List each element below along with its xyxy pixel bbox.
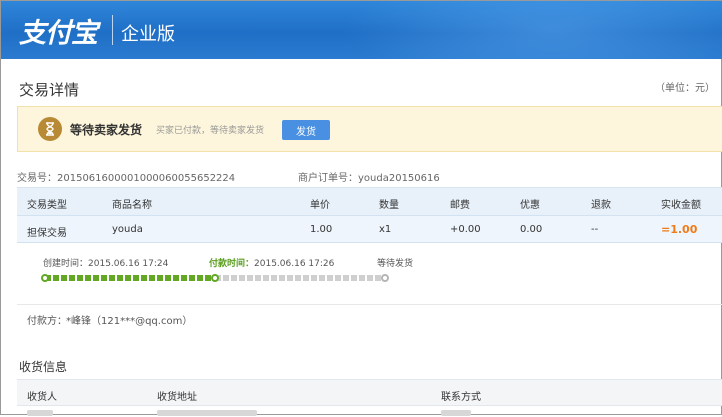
paid-value: 2015.06.16 17:26 — [254, 259, 335, 269]
edition-label: 企业版 — [121, 24, 175, 45]
created-time: 创建时间：2015.06.16 17:24 — [43, 256, 168, 269]
cell-amount: =1.00 — [661, 223, 698, 236]
cell-type: 担保交易 — [27, 228, 67, 239]
cell-shipping: +0.00 — [450, 224, 481, 235]
created-value: 2015.06.16 17:24 — [88, 259, 169, 269]
ship-button[interactable]: 发货 — [282, 120, 330, 140]
col-price: 单价 — [310, 200, 330, 211]
trade-no-value: 2015061600001000060055652224 — [57, 173, 236, 184]
progress-done-segment — [45, 275, 215, 281]
order-no-value: youda20150616 — [358, 173, 440, 184]
cell-discount: 0.00 — [520, 224, 543, 235]
cell-refund: -- — [591, 224, 599, 235]
col-discount: 优惠 — [520, 200, 540, 211]
page-title: 交易详情 — [19, 81, 80, 99]
alipay-logo[interactable]: 支付宝 — [19, 11, 98, 50]
progress-timeline — [41, 271, 391, 287]
col-amount: 实收金额 — [661, 200, 701, 211]
status-bar: 等待卖家发货 买家已付款，等待卖家发货 发货 — [17, 106, 722, 152]
status-title: 等待卖家发货 — [70, 123, 143, 137]
redacted-contact — [441, 410, 471, 416]
table-header: 交易类型 商品名称 单价 数量 邮费 优惠 退款 实收金额 — [17, 188, 722, 215]
step-created-dot — [41, 274, 49, 282]
created-label: 创建时间： — [43, 259, 89, 269]
waiting-label: 等待发货 — [377, 259, 414, 269]
trade-no-label: 交易号： — [17, 173, 57, 184]
hourglass-icon — [38, 117, 62, 141]
col-shipping: 邮费 — [450, 200, 470, 211]
recv-col-contact: 联系方式 — [441, 392, 481, 403]
step-paid-dot — [211, 274, 219, 282]
top-banner: 支付宝 企业版 — [1, 1, 722, 59]
paid-label: 付款时间： — [209, 259, 255, 269]
col-refund: 退款 — [591, 200, 611, 211]
payer-line: 付款方： *峰锋（121***@qq.com） — [17, 304, 722, 329]
cell-name[interactable]: youda — [112, 224, 143, 235]
redacted-address — [157, 410, 257, 416]
cell-price: 1.00 — [310, 224, 333, 235]
col-type: 交易类型 — [27, 200, 67, 211]
progress-pending-segment — [215, 275, 385, 281]
payer-label: 付款方： — [27, 316, 67, 327]
receive-table-header: 收货人 收货地址 联系方式 — [17, 379, 722, 406]
trade-no: 交易号：2015061600001000060055652224 — [17, 169, 235, 184]
table-row: 担保交易 youda 1.00 x1 +0.00 0.00 -- =1.00 — [17, 215, 722, 243]
receive-table-row — [17, 405, 722, 417]
recv-col-address: 收货地址 — [157, 392, 197, 403]
redacted-name — [27, 410, 53, 416]
paid-time: 付款时间：2015.06.16 17:26 — [209, 256, 334, 269]
cell-qty: x1 — [379, 224, 392, 235]
payer-value: *峰锋（121***@qq.com） — [66, 316, 193, 327]
order-no-label: 商户订单号： — [298, 173, 358, 184]
logo-divider — [112, 15, 113, 45]
unit-note: （单位：元） — [655, 83, 715, 94]
order-no: 商户订单号：youda20150616 — [298, 169, 440, 184]
recv-col-name: 收货人 — [27, 392, 57, 403]
col-qty: 数量 — [379, 200, 399, 211]
step-waiting-dot — [381, 274, 389, 282]
banner-gloss — [343, 1, 722, 59]
receive-section-title: 收货信息 — [19, 360, 68, 374]
col-name: 商品名称 — [112, 200, 152, 211]
status-description: 买家已付款，等待卖家发货 — [156, 126, 265, 136]
